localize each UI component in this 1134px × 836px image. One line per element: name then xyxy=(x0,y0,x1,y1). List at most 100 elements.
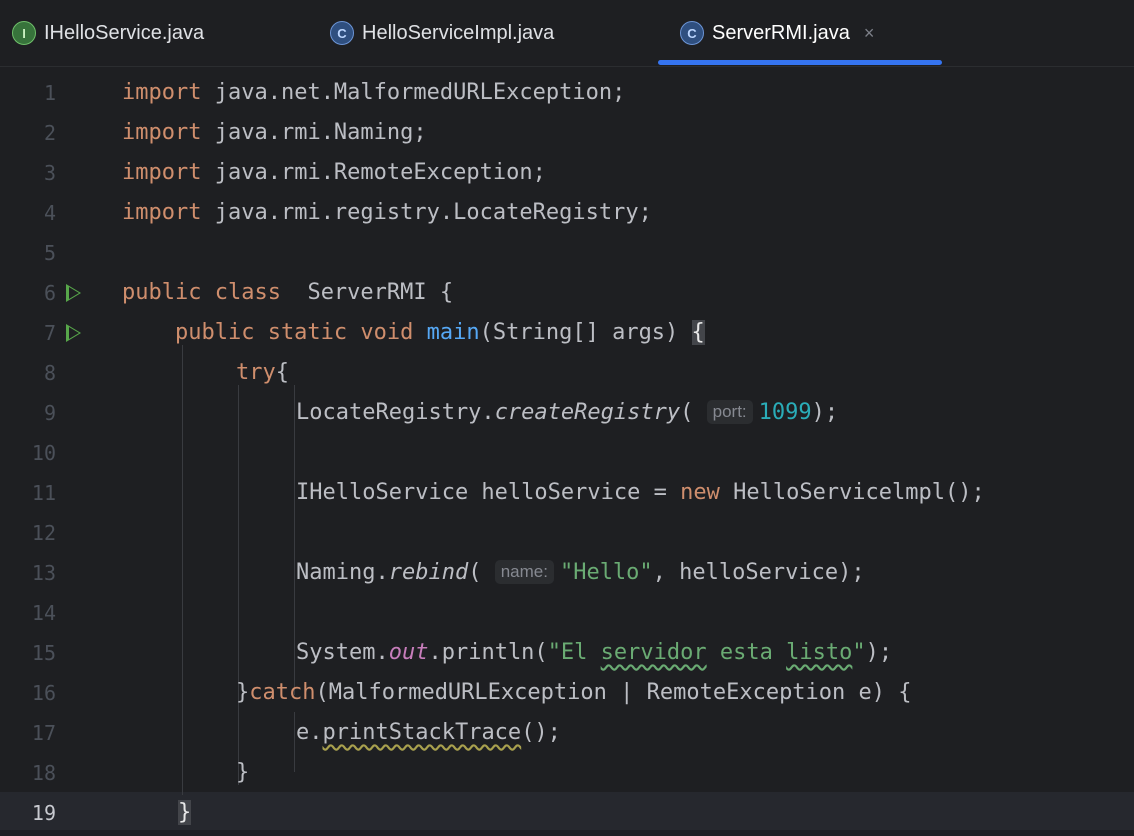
keyword: public class xyxy=(122,280,281,305)
line-number-current: 19 xyxy=(31,801,56,825)
code-text: ); xyxy=(865,640,893,665)
tab-helloserviceimpl[interactable]: C HelloServiceImpl.java xyxy=(330,0,554,66)
code-text: e. xyxy=(296,720,323,745)
keyword: import xyxy=(122,160,202,185)
line-number: 13 xyxy=(31,561,56,585)
line-number: 14 xyxy=(31,601,56,625)
string-literal: esta xyxy=(706,640,787,665)
editor-tab-bar: I IHelloService.java C HelloServiceImpl.… xyxy=(0,0,1134,67)
runnable-class-icon: C xyxy=(680,21,704,45)
code-line-18[interactable]: } xyxy=(236,753,249,793)
close-tab-icon[interactable]: × xyxy=(864,23,875,44)
code-editor[interactable]: 1 2 3 4 5 6 7 8 9 10 11 12 13 14 15 16 1… xyxy=(0,67,1134,836)
code-line-2[interactable]: import java.rmi.Naming; xyxy=(122,113,427,153)
code-line-9[interactable]: LocateRegistry.createRegistry( port: 1099… xyxy=(296,393,838,433)
code-text: , helloService); xyxy=(652,560,865,585)
tab-label: HelloServiceImpl.java xyxy=(362,21,555,44)
run-main-icon[interactable] xyxy=(66,324,81,342)
keyword: import xyxy=(122,80,202,105)
method-name: rebind xyxy=(388,560,469,585)
indent-guide xyxy=(238,385,239,785)
code-text: IHelloService helloService = xyxy=(296,480,681,505)
keyword: public static void xyxy=(122,320,427,345)
line-number: 4 xyxy=(43,201,56,225)
code-line-19[interactable]: } xyxy=(178,793,192,833)
code-line-15[interactable]: System.out.println("El servidor esta lis… xyxy=(296,633,892,673)
code-line-17[interactable]: e.printStackTrace(); xyxy=(296,713,561,753)
code-line-4[interactable]: import java.rmi.registry.LocateRegistry; xyxy=(122,193,652,233)
spelling-warning: listo xyxy=(786,640,853,665)
method-name: main xyxy=(426,320,480,345)
code-line-13[interactable]: Naming.rebind( name: "Hello", helloServic… xyxy=(296,553,865,593)
line-number: 17 xyxy=(31,721,56,745)
code-text: java.net.MalformedURLException; xyxy=(201,80,626,105)
code-line-11[interactable]: IHelloService helloService = new HelloSe… xyxy=(296,473,985,513)
code-text: java.rmi.RemoteException; xyxy=(201,160,546,185)
code-text: } xyxy=(236,680,250,705)
tab-label: IHelloService.java xyxy=(44,21,205,44)
line-number: 8 xyxy=(43,361,56,385)
code-line-16[interactable]: }catch(MalformedURLException | RemoteExc… xyxy=(236,673,912,713)
code-line-6[interactable]: public class ServerRMI { xyxy=(122,273,453,313)
code-text: ( xyxy=(680,400,707,425)
line-number: 9 xyxy=(43,401,56,425)
line-number: 12 xyxy=(31,521,56,545)
number-literal: 1099 xyxy=(758,400,812,425)
static-field: out xyxy=(388,640,429,665)
run-class-icon[interactable] xyxy=(66,284,81,302)
line-number: 10 xyxy=(31,441,56,465)
line-number: 11 xyxy=(31,481,56,505)
matched-brace: } xyxy=(178,800,192,825)
keyword: new xyxy=(680,480,720,505)
string-literal: " xyxy=(852,640,866,665)
code-text: (String[] args) xyxy=(479,320,692,345)
line-number: 6 xyxy=(43,281,56,305)
line-number: 15 xyxy=(31,641,56,665)
code-text: { xyxy=(275,360,289,385)
line-number: 18 xyxy=(31,761,56,785)
matched-brace: { xyxy=(691,320,705,345)
code-text: LocateRegistry. xyxy=(296,400,495,425)
code-text: ( xyxy=(468,560,495,585)
string-literal: "El xyxy=(547,640,601,665)
code-line-7[interactable]: public static void main(String[] args) { xyxy=(122,313,705,353)
code-text: Naming. xyxy=(296,560,389,585)
code-line-8[interactable]: try{ xyxy=(236,353,289,393)
keyword: try xyxy=(236,360,276,385)
line-number: 5 xyxy=(43,241,56,265)
line-number: 3 xyxy=(43,161,56,185)
parameter-hint: name: xyxy=(494,560,554,584)
tab-serverrmi[interactable]: C ServerRMI.java × xyxy=(680,0,874,66)
method-name: printStackTrace xyxy=(322,720,522,745)
code-text: (MalformedURLException | RemoteException… xyxy=(315,680,912,705)
keyword: import xyxy=(122,200,202,225)
indent-guide xyxy=(294,385,295,695)
active-tab-indicator xyxy=(658,60,942,65)
code-line-1[interactable]: import java.net.MalformedURLException; xyxy=(122,73,625,113)
code-text: } xyxy=(236,760,250,785)
tab-label: ServerRMI.java xyxy=(712,21,850,44)
code-text: java.rmi.Naming; xyxy=(201,120,427,145)
line-number: 16 xyxy=(31,681,56,705)
indent-guide xyxy=(182,345,183,795)
tab-ihelloservice[interactable]: I IHelloService.java xyxy=(12,0,204,66)
code-text: System. xyxy=(296,640,389,665)
code-text: HelloServicelmpl(); xyxy=(719,480,985,505)
method-name: createRegistry xyxy=(494,400,681,425)
code-line-3[interactable]: import java.rmi.RemoteException; xyxy=(122,153,546,193)
string-literal: "Hello" xyxy=(559,560,653,585)
line-number: 1 xyxy=(43,81,56,105)
code-text: (); xyxy=(521,720,561,745)
current-line-highlight xyxy=(0,792,1134,830)
line-number: 7 xyxy=(43,321,56,345)
line-number: 2 xyxy=(43,121,56,145)
code-text: ServerRMI { xyxy=(280,280,454,305)
parameter-hint: port: xyxy=(706,400,753,424)
class-icon: C xyxy=(330,21,354,45)
keyword: import xyxy=(122,120,202,145)
code-text: java.rmi.registry.LocateRegistry; xyxy=(201,200,652,225)
indent-guide xyxy=(294,712,295,772)
code-text: ); xyxy=(811,400,839,425)
code-text: .println( xyxy=(428,640,548,665)
keyword: catch xyxy=(249,680,316,705)
